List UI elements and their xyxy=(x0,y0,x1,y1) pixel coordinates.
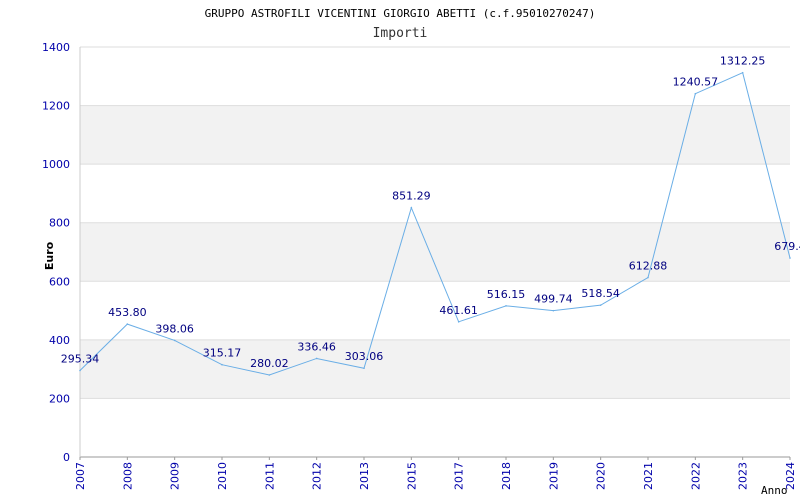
data-label: 516.15 xyxy=(487,288,526,301)
data-label: 336.46 xyxy=(297,340,336,353)
plot-background-bands xyxy=(80,105,790,399)
data-label: 518.54 xyxy=(581,287,620,300)
data-label: 295.34 xyxy=(61,353,100,366)
data-point xyxy=(789,257,791,259)
grid-band xyxy=(80,339,790,399)
x-tick-label: 2008 xyxy=(121,462,134,490)
grid-band xyxy=(80,105,790,165)
data-point xyxy=(505,305,507,307)
x-tick-label: 2010 xyxy=(216,462,229,490)
y-tick-label: 1200 xyxy=(42,100,70,113)
x-tick-label: 2022 xyxy=(689,462,702,490)
line-chart: GRUPPO ASTROFILI VICENTINI GIORGIO ABETT… xyxy=(42,7,800,497)
x-tick-label: 2017 xyxy=(453,462,466,490)
x-axis-ticks: 2007 2008 2009 2010 2011 2012 2013 2015 2017 2018… xyxy=(74,457,797,490)
x-tick-label: 2007 xyxy=(74,462,87,490)
y-axis-label: Euro xyxy=(43,241,56,270)
x-tick-label: 2019 xyxy=(547,462,560,490)
y-tick-label: 200 xyxy=(49,392,70,405)
x-tick-label: 2015 xyxy=(405,462,418,490)
x-tick-label: 2011 xyxy=(263,462,276,490)
y-tick-label: 600 xyxy=(49,275,70,288)
y-tick-label: 1000 xyxy=(42,158,70,171)
data-label: 398.06 xyxy=(155,322,194,335)
chart-subtitle: Importi xyxy=(373,26,428,41)
data-label: 851.29 xyxy=(392,190,431,203)
data-point xyxy=(647,276,649,279)
data-label: 303.06 xyxy=(345,350,384,363)
data-point xyxy=(552,309,555,312)
data-label: 461.61 xyxy=(439,304,478,317)
data-point xyxy=(126,323,129,325)
x-tick-label: 2012 xyxy=(311,462,324,490)
y-tick-label: 1400 xyxy=(42,41,70,54)
data-point xyxy=(363,367,365,370)
data-point xyxy=(599,304,602,306)
x-tick-label: 2013 xyxy=(358,462,371,490)
data-point xyxy=(221,363,223,366)
x-tick-label: 2023 xyxy=(737,462,750,490)
data-point xyxy=(694,92,697,95)
y-tick-label: 800 xyxy=(49,217,70,230)
data-point xyxy=(173,339,176,342)
data-label: 1312.25 xyxy=(720,55,766,68)
data-point xyxy=(741,71,744,74)
x-tick-label: 2018 xyxy=(500,462,513,490)
data-point xyxy=(315,357,318,360)
data-point xyxy=(79,369,81,372)
data-label: 679.4 xyxy=(774,240,800,253)
grid-band xyxy=(80,222,790,282)
y-tick-label: 0 xyxy=(63,451,70,464)
data-label: 612.88 xyxy=(629,260,668,273)
data-label: 315.17 xyxy=(203,347,242,360)
data-label: 1240.57 xyxy=(673,76,719,89)
data-point xyxy=(457,321,460,323)
x-tick-label: 2024 xyxy=(784,462,797,490)
data-label: 453.80 xyxy=(108,306,147,319)
data-labels: 295.34 453.80 398.06 315.17 280.02 336.46 303.… xyxy=(61,55,800,370)
x-tick-label: 2009 xyxy=(169,462,182,490)
x-tick-label: 2021 xyxy=(642,462,655,490)
data-label: 499.74 xyxy=(534,293,573,306)
x-tick-label: 2020 xyxy=(595,462,608,490)
chart-title: GRUPPO ASTROFILI VICENTINI GIORGIO ABETT… xyxy=(205,7,596,20)
data-point xyxy=(410,206,413,209)
y-tick-label: 400 xyxy=(49,334,70,347)
data-point xyxy=(268,374,271,376)
data-label: 280.02 xyxy=(250,357,289,370)
